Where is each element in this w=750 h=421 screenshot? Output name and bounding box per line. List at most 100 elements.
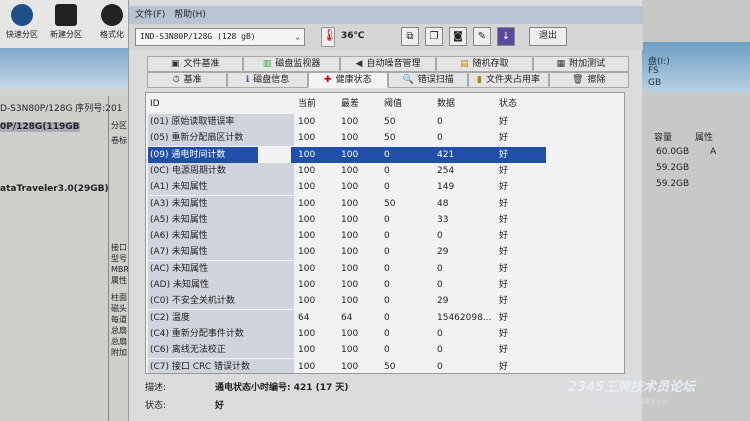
table-row[interactable]: (C0) 不安全关机计数 100 100 0 29 好 <box>146 293 624 310</box>
worst-cell: 100 <box>341 263 359 274</box>
current-cell: 100 <box>298 133 316 144</box>
tab-label: 附加测试 <box>569 59 606 69</box>
tab-disk-monitor[interactable]: ▥ 磁盘监视器 <box>243 56 340 72</box>
disk-tree-item[interactable]: ataTraveler3.0(29GB) <box>0 184 108 194</box>
copy-text-icon[interactable]: ❐ <box>425 27 443 46</box>
temperature: 36℃ <box>341 31 365 41</box>
status-cell: 好 <box>499 117 509 127</box>
tab-erase[interactable]: 🗑 擦除 <box>548 72 629 88</box>
tab-error-scan[interactable]: 🔍 错误扫描 <box>387 72 469 88</box>
attr-name-cell: (09) 通电时间计数 <box>148 146 258 163</box>
status-cell: 好 <box>499 361 509 372</box>
chevron-down-icon: ⌄ <box>295 32 300 41</box>
table-row[interactable]: (A3) 未知属性 100 100 50 48 好 <box>146 195 624 212</box>
disk-select[interactable]: IND-S3N80P/128G (128 gB) ⌄ <box>135 28 305 46</box>
threshold-cell: 0 <box>384 263 390 274</box>
threshold-cell: 0 <box>384 214 390 225</box>
tab-file-benchmark[interactable]: ▣ 文件基准 <box>147 56 244 72</box>
table-row[interactable]: (0C) 电源周期计数 100 100 0 254 好 <box>146 162 624 179</box>
col-status[interactable]: 状态 <box>499 96 517 112</box>
table-row[interactable]: (A1) 未知属性 100 100 0 149 好 <box>146 179 624 196</box>
current-cell: 100 <box>298 149 316 160</box>
raw-data-cell: 48 <box>437 198 449 209</box>
capacity-value: 59.2GB <box>656 163 690 173</box>
tab-random-access[interactable]: ▤ 随机存取 <box>436 56 533 72</box>
camera-icon[interactable]: ◙ <box>449 27 467 46</box>
disk-tree-item[interactable]: 0P/128G(119GB) <box>0 122 80 132</box>
table-row[interactable]: (A7) 未知属性 100 100 0 29 好 <box>146 244 624 261</box>
raw-data-cell: 0 <box>437 117 443 127</box>
tab-label: 健康状态 <box>335 75 372 85</box>
partition-bar[interactable]: 盘(I:) FS GB <box>640 42 750 92</box>
col-data[interactable]: 数据 <box>437 96 455 112</box>
table-row[interactable]: (C7) 接口 CRC 错误计数 100 100 50 0 好 <box>146 358 624 373</box>
table-row[interactable]: (09) 通电时间计数 100 100 0 421 好 <box>146 146 624 163</box>
threshold-cell: 0 <box>384 231 390 242</box>
table-row[interactable]: (01) 原始读取错误率 100 100 50 0 好 <box>146 114 624 130</box>
partition-size: GB <box>648 78 662 88</box>
worst-cell: 100 <box>341 361 359 372</box>
attr-name-cell: (C7) 接口 CRC 错误计数 <box>148 358 294 373</box>
raw-data-cell: 33 <box>437 214 449 225</box>
background-toolbar: 快速分区 新建分区 格式化 <box>0 0 135 48</box>
tab-label: 错误扫描 <box>417 75 454 85</box>
exit-button[interactable]: 退出 <box>529 27 567 46</box>
menu-help[interactable]: 帮助(H) <box>174 10 206 20</box>
tab-extra-tests[interactable]: ▦ 附加测试 <box>532 56 630 72</box>
table-row[interactable]: (AC) 未知属性 100 100 0 0 好 <box>146 260 624 277</box>
attr-name-cell: (A1) 未知属性 <box>148 179 294 196</box>
tab-label: 文件基准 <box>183 59 220 69</box>
status-cell: 好 <box>499 165 509 176</box>
worst-cell: 100 <box>341 182 359 193</box>
status-cell: 好 <box>499 231 509 242</box>
status-cell: 好 <box>499 280 509 290</box>
table-row[interactable]: (A6) 未知属性 100 100 0 0 好 <box>146 228 624 245</box>
worst-cell: 100 <box>341 165 359 176</box>
status-cell: 好 <box>499 149 509 160</box>
status-cell: 好 <box>499 296 509 307</box>
col-worst[interactable]: 最差 <box>341 96 359 112</box>
tab-label: 磁盘信息 <box>253 75 290 85</box>
current-cell: 100 <box>298 198 316 209</box>
raw-data-cell: 0 <box>437 133 443 144</box>
tab-disk-info[interactable]: ℹ 磁盘信息 <box>227 72 308 88</box>
status-cell: 好 <box>499 182 509 193</box>
health-dialog: 文件(F) 帮助(H) IND-S3N80P/128G (128 gB) ⌄ 🌡 … <box>128 0 643 421</box>
worst-cell: 100 <box>341 345 359 356</box>
table-row[interactable]: (C6) 离线无法校正 100 100 0 0 好 <box>146 342 624 359</box>
current-cell: 100 <box>298 328 316 339</box>
raw-data-cell: 0 <box>437 231 443 242</box>
col-id[interactable]: ID <box>148 96 294 112</box>
new-partition-button[interactable]: 新建分区 <box>50 4 82 40</box>
tab-health[interactable]: ✚ 健康状态 <box>307 72 388 88</box>
worst-cell: 100 <box>341 231 359 242</box>
layers-icon <box>55 4 77 26</box>
raw-data-cell: 29 <box>437 296 449 307</box>
worst-cell: 100 <box>341 198 359 209</box>
col-threshold[interactable]: 阈值 <box>384 96 402 112</box>
current-cell: 100 <box>298 165 316 176</box>
threshold-cell: 0 <box>384 182 390 193</box>
download-icon[interactable]: ↓ <box>497 27 515 46</box>
current-cell: 100 <box>298 361 316 372</box>
tab-aam[interactable]: ◀ 自动噪音管理 <box>339 56 437 72</box>
table-row[interactable]: (AD) 未知属性 100 100 0 0 好 <box>146 277 624 293</box>
quick-partition-button[interactable]: 快速分区 <box>6 4 38 40</box>
table-row[interactable]: (A5) 未知属性 100 100 0 33 好 <box>146 211 624 228</box>
col-current[interactable]: 当前 <box>298 96 316 112</box>
menu-file[interactable]: 文件(F) <box>135 10 165 20</box>
table-row[interactable]: (C2) 温度 64 64 0 15462098... 好 <box>146 309 624 326</box>
current-cell: 100 <box>298 263 316 274</box>
copy-icon[interactable]: ⧉ <box>401 27 419 46</box>
current-cell: 100 <box>298 231 316 242</box>
table-row[interactable]: (C4) 重新分配事件计数 100 100 0 0 好 <box>146 325 624 342</box>
format-button[interactable]: 格式化 <box>96 4 128 40</box>
threshold-cell: 50 <box>384 117 396 127</box>
table-row[interactable]: (05) 重新分配扇区计数 100 100 50 0 好 <box>146 130 624 147</box>
watermark-url: wangpai.2345.cn <box>598 397 667 406</box>
tab-benchmark[interactable]: ⏱ 基准 <box>147 72 228 88</box>
threshold-cell: 50 <box>384 198 396 209</box>
options-icon[interactable]: ✎ <box>473 27 491 46</box>
status-cell: 好 <box>499 133 509 144</box>
tab-folder-usage[interactable]: ▮ 文件夹占用率 <box>468 72 549 88</box>
